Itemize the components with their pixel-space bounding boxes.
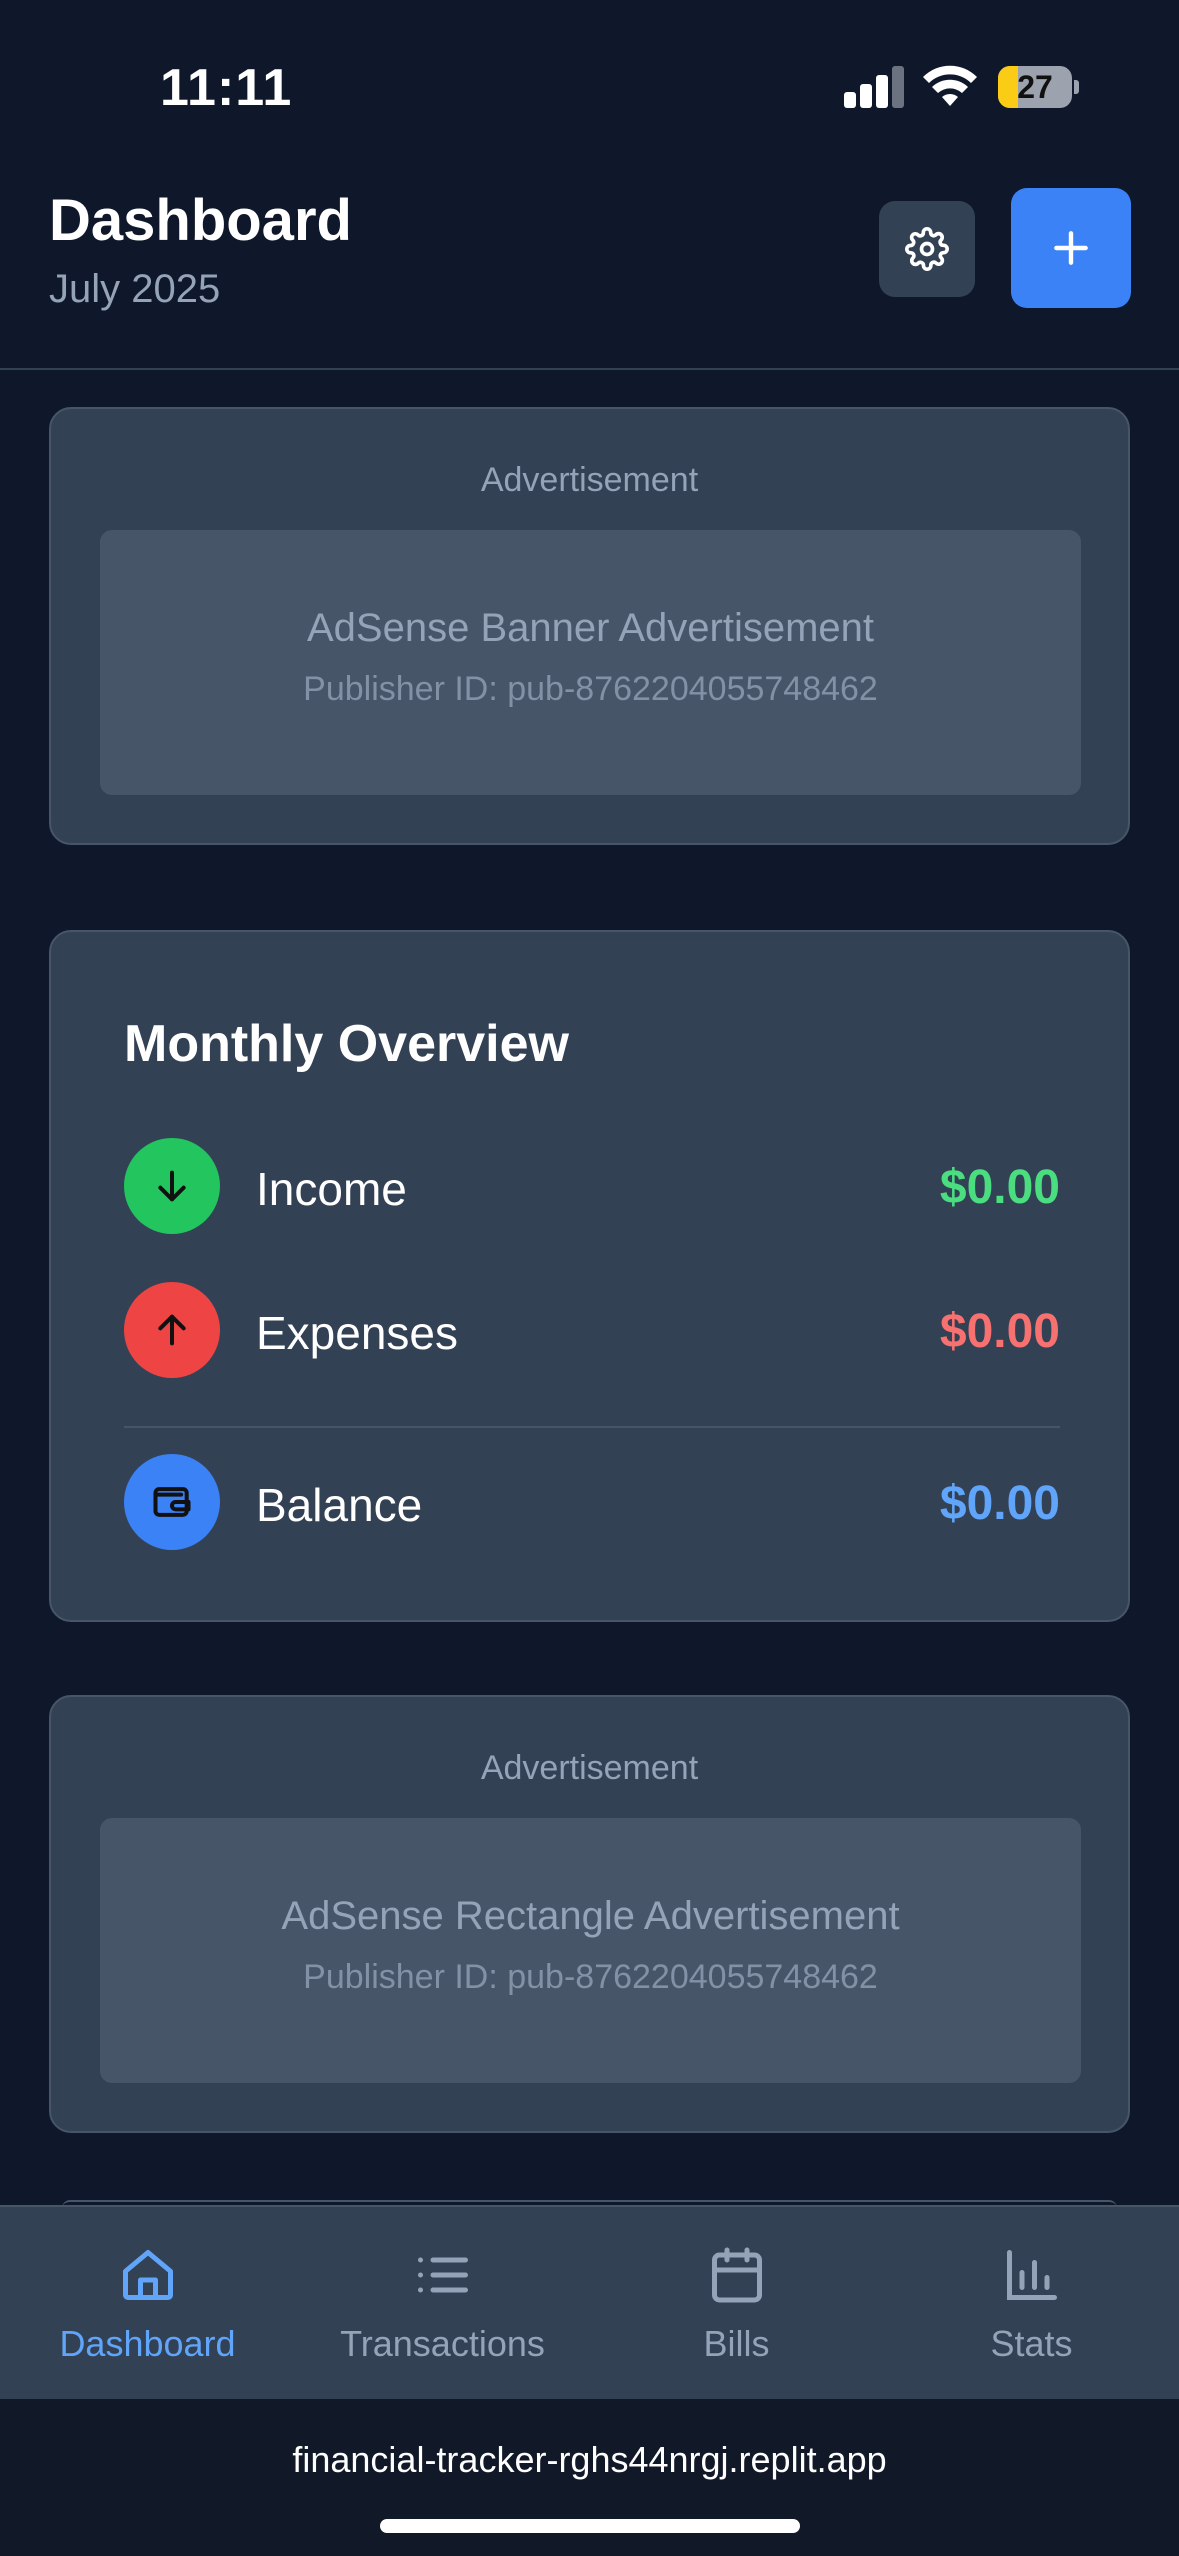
- nav-transactions[interactable]: Transactions: [295, 2207, 590, 2401]
- ad-title: AdSense Banner Advertisement: [306, 606, 874, 650]
- page-title: Dashboard: [49, 188, 352, 253]
- nav-stats[interactable]: Stats: [884, 2207, 1179, 2401]
- expenses-label: Expenses: [256, 1307, 459, 1359]
- ad-label: Advertisement: [480, 1749, 699, 1787]
- status-time: 11:11: [160, 59, 293, 117]
- income-label: Income: [256, 1163, 407, 1215]
- overview-title: Monthly Overview: [124, 1015, 569, 1073]
- nav-label: Transactions: [340, 2323, 545, 2364]
- ad-title: AdSense Rectangle Advertisement: [281, 1894, 900, 1938]
- ad-label: Advertisement: [480, 461, 699, 499]
- balance-amount: $0.00: [939, 1477, 1060, 1530]
- expenses-amount: $0.00: [939, 1305, 1060, 1358]
- settings-button[interactable]: [879, 201, 975, 297]
- plus-icon: [1054, 231, 1088, 265]
- calendar-icon: [711, 2247, 762, 2303]
- income-amount: $0.00: [939, 1161, 1060, 1214]
- status-bar: 11:11 27: [0, 0, 1179, 175]
- battery-icon: 27: [998, 66, 1079, 108]
- nav-label: Bills: [703, 2323, 770, 2364]
- rectangle-ad-card: Advertisement AdSense Rectangle Advertis…: [49, 1695, 1130, 2133]
- page-subtitle: July 2025: [49, 267, 221, 311]
- bottom-navigation: Dashboard Transactions Bills Stats: [0, 2205, 1179, 2399]
- balance-label: Balance: [256, 1479, 423, 1531]
- gear-icon: [905, 227, 949, 271]
- wifi-icon: [923, 65, 977, 106]
- banner-ad-slot[interactable]: AdSense Banner Advertisement Publisher I…: [100, 530, 1081, 795]
- balance-row: Balance $0.00: [124, 1454, 1060, 1550]
- url-text: financial-tracker-rghs44nrgj.replit.app: [292, 2439, 887, 2480]
- rectangle-ad-slot[interactable]: AdSense Rectangle Advertisement Publishe…: [100, 1818, 1081, 2083]
- nav-dashboard[interactable]: Dashboard: [0, 2207, 295, 2401]
- browser-url-bar[interactable]: financial-tracker-rghs44nrgj.replit.app: [0, 2399, 1179, 2556]
- nav-bills[interactable]: Bills: [589, 2207, 884, 2401]
- nav-label: Dashboard: [59, 2323, 236, 2364]
- battery-level: 27: [1017, 69, 1053, 105]
- list-icon: [417, 2257, 468, 2293]
- ad-publisher-id: Publisher ID: pub-8762204055748462: [303, 1958, 878, 1996]
- ad-publisher-id: Publisher ID: pub-8762204055748462: [303, 670, 878, 708]
- home-icon: [122, 2250, 173, 2300]
- expenses-row: Expenses $0.00: [124, 1282, 1060, 1378]
- arrow-down-icon: [124, 1138, 220, 1234]
- overview-divider: [124, 1426, 1060, 1428]
- cellular-signal-icon: [844, 66, 906, 108]
- nav-label: Stats: [990, 2323, 1073, 2364]
- app-header: Dashboard July 2025: [0, 175, 1179, 370]
- income-row: Income $0.00: [124, 1138, 1060, 1234]
- add-transaction-button[interactable]: [1011, 188, 1131, 308]
- wallet-icon: [124, 1454, 220, 1550]
- bar-chart-icon: [1006, 2250, 1057, 2300]
- arrow-up-icon: [124, 1282, 220, 1378]
- monthly-overview-card: Monthly Overview Income $0.00 Expenses $…: [49, 930, 1130, 1622]
- banner-ad-card: Advertisement AdSense Banner Advertiseme…: [49, 407, 1130, 845]
- home-indicator[interactable]: [380, 2519, 800, 2533]
